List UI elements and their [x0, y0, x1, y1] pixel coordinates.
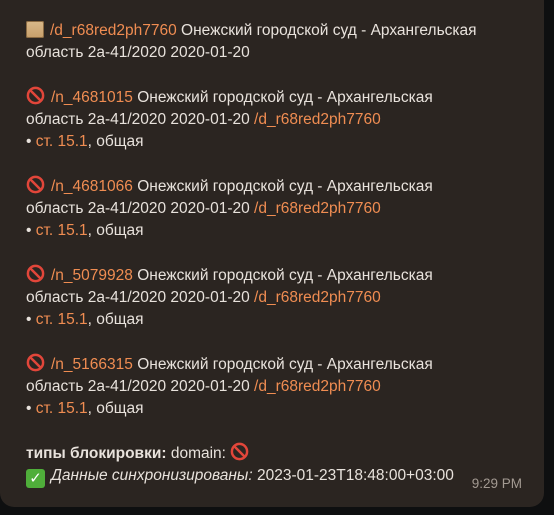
entry-id-link[interactable]: /n_4681066 — [51, 178, 133, 195]
entry-type: , общая — [87, 400, 144, 417]
message-bubble: /d_r68red2ph7760 Онежский городской суд … — [0, 0, 544, 507]
sync-line: ✓ Данные синхронизированы: 2023-01-23T18:… — [26, 465, 524, 488]
bullet: • — [26, 311, 36, 328]
entry-line: /n_4681066 Онежский городской суд - Арха… — [26, 175, 524, 198]
prohibited-icon — [26, 175, 45, 194]
entry-case-line: область 2а-41/2020 2020-01-20 /d_r68red2… — [26, 109, 524, 131]
prohibited-icon — [230, 442, 249, 461]
sync-label: Данные синхронизированы: — [51, 467, 253, 484]
entry-doc-link[interactable]: /d_r68red2ph7760 — [254, 200, 381, 217]
article-link[interactable]: ст. 15.1 — [36, 311, 88, 328]
bullet: • — [26, 400, 36, 417]
article-link[interactable]: ст. 15.1 — [36, 222, 88, 239]
entry-article-line: • ст. 15.1, общая — [26, 309, 524, 331]
entry-article-line: • ст. 15.1, общая — [26, 220, 524, 242]
article-link[interactable]: ст. 15.1 — [36, 400, 88, 417]
block-types-label: типы блокировки: — [26, 445, 167, 462]
entry-line: /n_5079928 Онежский городской суд - Арха… — [26, 264, 524, 287]
entry-court: Онежский городской суд - Архангельская — [137, 267, 433, 284]
entry-id-link[interactable]: /n_4681015 — [51, 89, 133, 106]
entry-court: Онежский городской суд - Архангельская — [137, 178, 433, 195]
entry-block: /n_4681015 Онежский городской суд - Арха… — [26, 64, 524, 153]
entry-case-line: область 2а-41/2020 2020-01-20 /d_r68red2… — [26, 287, 524, 309]
entry-case: область 2а-41/2020 2020-01-20 — [26, 378, 250, 395]
prohibited-icon — [26, 353, 45, 372]
entry-line: /n_4681015 Онежский городской суд - Арха… — [26, 86, 524, 109]
block-types-line: типы блокировки: domain: — [26, 442, 524, 465]
entry-article-line: • ст. 15.1, общая — [26, 398, 524, 420]
doc-link[interactable]: /d_r68red2ph7760 — [50, 22, 177, 39]
article-link[interactable]: ст. 15.1 — [36, 133, 88, 150]
header-case: область 2а-41/2020 2020-01-20 — [26, 44, 250, 61]
entry-case: область 2а-41/2020 2020-01-20 — [26, 289, 250, 306]
entry-doc-link[interactable]: /d_r68red2ph7760 — [254, 378, 381, 395]
entry-id-link[interactable]: /n_5079928 — [51, 267, 133, 284]
entry-block: /n_4681066 Онежский городской суд - Арха… — [26, 153, 524, 242]
entry-doc-link[interactable]: /d_r68red2ph7760 — [254, 289, 381, 306]
bullet: • — [26, 222, 36, 239]
entry-case: область 2а-41/2020 2020-01-20 — [26, 200, 250, 217]
entry-article-line: • ст. 15.1, общая — [26, 131, 524, 153]
bullet: • — [26, 133, 36, 150]
entry-court: Онежский городской суд - Архангельская — [137, 89, 433, 106]
entry-id-link[interactable]: /n_5166315 — [51, 356, 133, 373]
block-types-value: domain: — [170, 445, 226, 462]
header-line: /d_r68red2ph7760 Онежский городской суд … — [26, 20, 524, 42]
entry-case: область 2а-41/2020 2020-01-20 — [26, 111, 250, 128]
header-court: Онежский городской суд - Архангельская — [181, 22, 477, 39]
sync-value: 2023-01-23T18:48:00+03:00 — [256, 467, 454, 484]
entry-doc-link[interactable]: /d_r68red2ph7760 — [254, 111, 381, 128]
entry-line: /n_5166315 Онежский городской суд - Арха… — [26, 353, 524, 376]
scroll-icon — [26, 21, 44, 38]
entry-case-line: область 2а-41/2020 2020-01-20 /d_r68red2… — [26, 198, 524, 220]
prohibited-icon — [26, 264, 45, 283]
message-time: 9:29 PM — [471, 476, 522, 491]
prohibited-icon — [26, 86, 45, 105]
entry-type: , общая — [87, 311, 144, 328]
entry-case-line: область 2а-41/2020 2020-01-20 /d_r68red2… — [26, 376, 524, 398]
entry-block: /n_5166315 Онежский городской суд - Арха… — [26, 331, 524, 420]
entry-type: , общая — [87, 133, 144, 150]
entry-block: /n_5079928 Онежский городской суд - Арха… — [26, 242, 524, 331]
entry-court: Онежский городской суд - Архангельская — [137, 356, 433, 373]
entries-list: /n_4681015 Онежский городской суд - Арха… — [26, 64, 524, 420]
check-mark-icon: ✓ — [26, 469, 45, 488]
entry-type: , общая — [87, 222, 144, 239]
